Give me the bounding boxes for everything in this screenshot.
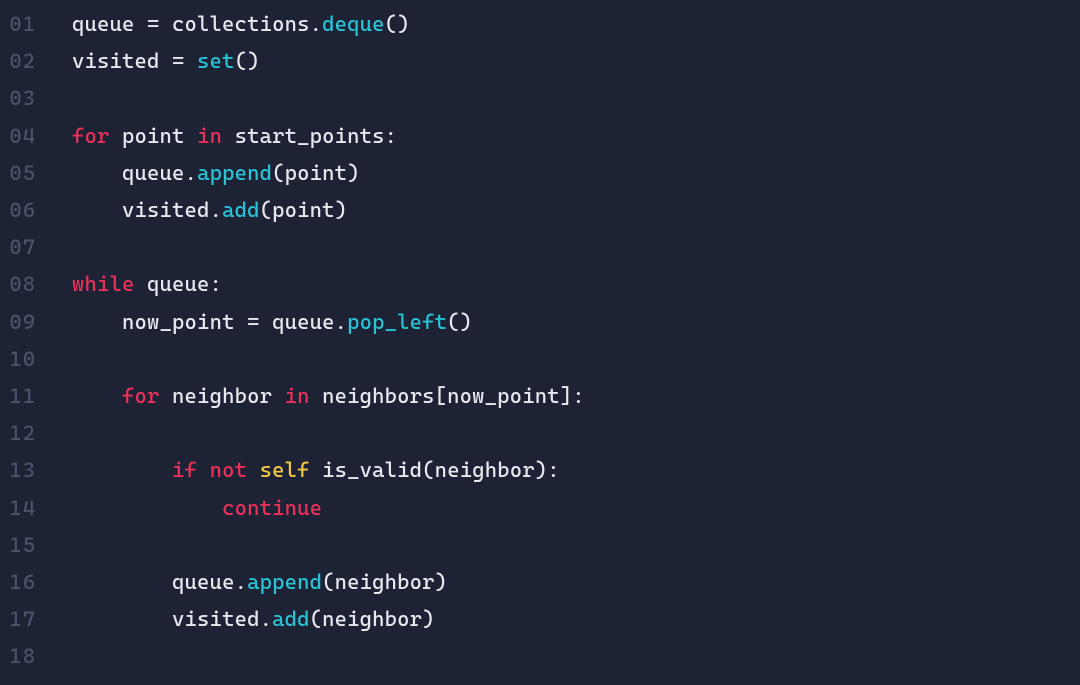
line-number: 05 (0, 155, 48, 192)
line-content (48, 229, 72, 266)
code-line[interactable]: 11 for neighbor in neighbors[now_point]: (0, 378, 1080, 415)
token-kw: while (72, 272, 135, 296)
token-kw: if (172, 458, 197, 482)
line-number: 18 (0, 638, 48, 675)
token-kw: for (122, 384, 160, 408)
line-content: visited = set() (48, 43, 260, 80)
code-line[interactable]: 05 queue.append(point) (0, 155, 1080, 192)
line-content (48, 415, 72, 452)
line-number: 07 (0, 229, 48, 266)
token-def (197, 458, 210, 482)
line-content: for neighbor in neighbors[now_point]: (48, 378, 585, 415)
token-def (247, 458, 260, 482)
token-kw: for (72, 124, 110, 148)
line-content (48, 638, 72, 675)
token-kw: not (210, 458, 248, 482)
line-number: 03 (0, 80, 48, 117)
line-number: 11 (0, 378, 48, 415)
line-number: 02 (0, 43, 48, 80)
token-fn: add (222, 198, 260, 222)
code-line[interactable]: 09 now_point = queue.pop_left() (0, 304, 1080, 341)
code-line[interactable]: 18 (0, 638, 1080, 675)
line-content (48, 527, 72, 564)
token-fn: set (197, 49, 235, 73)
line-number: 08 (0, 266, 48, 303)
token-def: queue = collections. (72, 12, 322, 36)
line-number: 17 (0, 601, 48, 638)
token-def: is_valid(neighbor): (310, 458, 560, 482)
code-line[interactable]: 08while queue: (0, 266, 1080, 303)
line-content: queue = collections.deque() (48, 6, 410, 43)
line-number: 13 (0, 452, 48, 489)
token-def: visited. (172, 607, 272, 631)
token-def: neighbor (160, 384, 285, 408)
token-kw: in (197, 124, 222, 148)
code-line[interactable]: 07 (0, 229, 1080, 266)
line-number: 10 (0, 341, 48, 378)
token-fn: append (197, 161, 272, 185)
token-def: queue. (122, 161, 197, 185)
token-def: point (110, 124, 198, 148)
line-content: while queue: (48, 266, 222, 303)
code-line[interactable]: 06 visited.add(point) (0, 192, 1080, 229)
line-content: continue (48, 490, 322, 527)
line-number: 09 (0, 304, 48, 341)
code-line[interactable]: 15 (0, 527, 1080, 564)
code-line[interactable]: 14 continue (0, 490, 1080, 527)
token-fn: pop_left (347, 310, 447, 334)
token-def: visited. (122, 198, 222, 222)
token-def: neighbors[now_point]: (310, 384, 585, 408)
code-line[interactable]: 10 (0, 341, 1080, 378)
token-def: start_points: (222, 124, 397, 148)
line-content (48, 80, 72, 117)
line-number: 01 (0, 6, 48, 43)
line-content: queue.append(point) (48, 155, 360, 192)
token-def: queue. (172, 570, 247, 594)
line-number: 14 (0, 490, 48, 527)
line-number: 16 (0, 564, 48, 601)
line-content: now_point = queue.pop_left() (48, 304, 472, 341)
token-def: () (385, 12, 410, 36)
line-content: visited.add(point) (48, 192, 347, 229)
line-content: if not self is_valid(neighbor): (48, 452, 560, 489)
token-self: self (260, 458, 310, 482)
line-number: 15 (0, 527, 48, 564)
line-number: 06 (0, 192, 48, 229)
token-fn: deque (322, 12, 385, 36)
token-def: (point) (260, 198, 348, 222)
token-def: (neighbor) (322, 570, 447, 594)
code-line[interactable]: 03 (0, 80, 1080, 117)
token-def: (point) (272, 161, 360, 185)
token-def: () (447, 310, 472, 334)
token-def: () (235, 49, 260, 73)
token-fn: append (247, 570, 322, 594)
code-line[interactable]: 17 visited.add(neighbor) (0, 601, 1080, 638)
token-def: queue: (135, 272, 223, 296)
line-number: 04 (0, 118, 48, 155)
code-editor[interactable]: 01queue = collections.deque()02visited =… (0, 6, 1080, 676)
token-kw: in (285, 384, 310, 408)
code-line[interactable]: 04for point in start_points: (0, 118, 1080, 155)
token-def: now_point = queue. (122, 310, 347, 334)
line-content (48, 341, 72, 378)
token-def: (neighbor) (310, 607, 435, 631)
line-content: queue.append(neighbor) (48, 564, 447, 601)
token-kw: continue (222, 496, 322, 520)
line-content: for point in start_points: (48, 118, 397, 155)
code-line[interactable]: 01queue = collections.deque() (0, 6, 1080, 43)
token-fn: add (272, 607, 310, 631)
code-line[interactable]: 13 if not self is_valid(neighbor): (0, 452, 1080, 489)
code-line[interactable]: 02visited = set() (0, 43, 1080, 80)
line-content: visited.add(neighbor) (48, 601, 435, 638)
code-line[interactable]: 12 (0, 415, 1080, 452)
line-number: 12 (0, 415, 48, 452)
code-line[interactable]: 16 queue.append(neighbor) (0, 564, 1080, 601)
token-def: visited = (72, 49, 197, 73)
